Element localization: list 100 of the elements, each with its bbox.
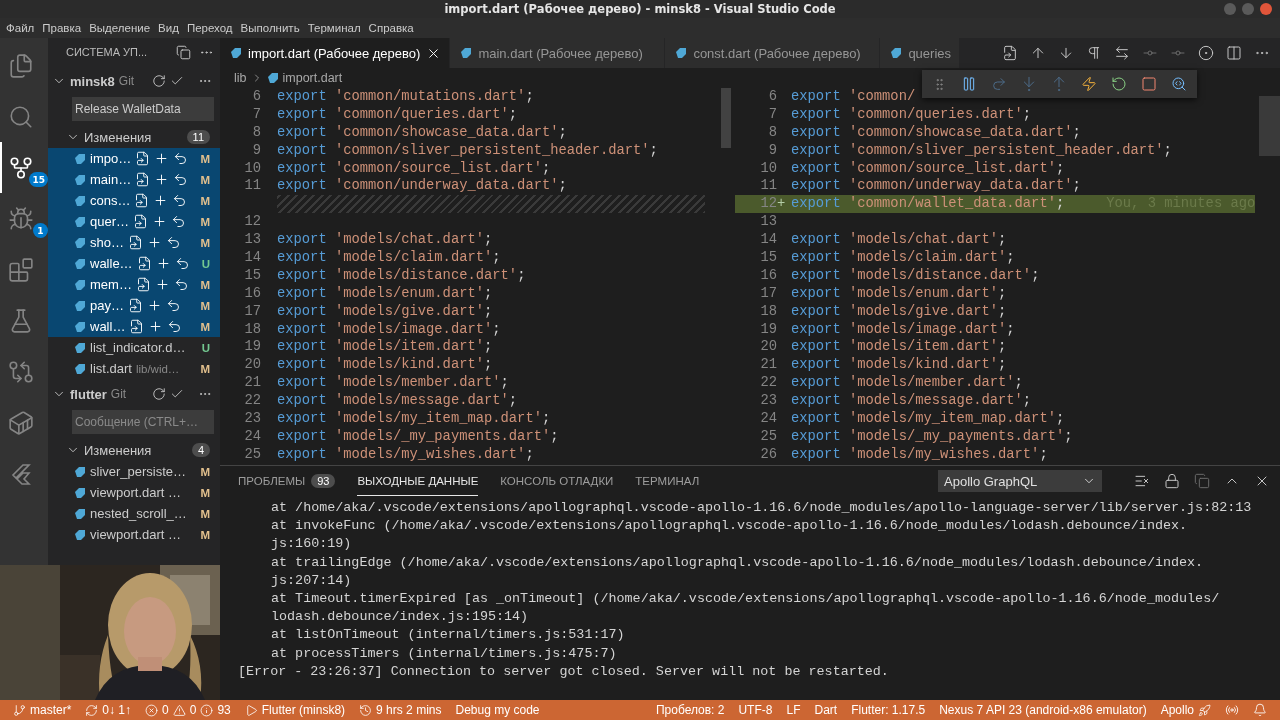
bug-icon[interactable] <box>8 205 34 232</box>
arrows-icon[interactable] <box>1114 45 1130 61</box>
menu-item[interactable]: Правка <box>38 22 86 34</box>
status-item[interactable]: Debug my code <box>448 703 547 717</box>
status-item[interactable]: Пробелов: 2 <box>648 703 732 717</box>
changed-file[interactable]: nested_scroll_… M <box>48 503 220 524</box>
plus-icon[interactable] <box>148 319 164 334</box>
bell-icon[interactable] <box>1253 703 1267 717</box>
changed-file[interactable]: pay… M <box>48 295 220 316</box>
status-item[interactable]: 9 hrs 2 mins <box>352 703 449 717</box>
commit-check-icon[interactable] <box>170 74 184 88</box>
plus-icon[interactable] <box>154 151 170 166</box>
undo-icon[interactable] <box>173 172 189 187</box>
commit-message-field[interactable]: Сообщение (CTRL+… <box>72 410 214 434</box>
open-file-icon[interactable] <box>133 214 149 229</box>
lock-icon[interactable] <box>1164 473 1180 489</box>
clear-output-icon[interactable] <box>1134 473 1150 489</box>
status-item[interactable]: UTF-8 <box>731 703 780 717</box>
panel-tab[interactable]: ПРОБЛЕМЫ 93 <box>238 466 336 496</box>
status-item[interactable]: Flutter: 1.17.5 <box>844 703 933 717</box>
changed-file[interactable]: quer… M <box>48 211 220 232</box>
changed-file[interactable]: mem… M <box>48 274 220 295</box>
split-editor-icon[interactable] <box>1226 45 1242 61</box>
info-icon[interactable] <box>200 703 214 717</box>
menu-item[interactable]: Терминал <box>303 22 365 34</box>
plus-icon[interactable] <box>146 298 162 313</box>
undo-icon[interactable] <box>165 235 181 250</box>
play-icon[interactable] <box>244 703 258 717</box>
open-file-icon[interactable] <box>135 151 151 166</box>
changed-file[interactable]: viewport.dart … M <box>48 482 220 503</box>
changed-file[interactable]: list.dart lib/wid… M <box>48 358 220 379</box>
group-label[interactable]: Изменения <box>84 129 183 145</box>
open-file-icon[interactable] <box>135 172 151 187</box>
status-item[interactable]: Flutter (minsk8) <box>237 703 353 717</box>
status-item[interactable]: Apollo <box>1153 703 1218 717</box>
menu-item[interactable]: Выделение <box>85 22 155 34</box>
plus-icon[interactable] <box>154 277 170 292</box>
collapse-all-icon[interactable] <box>176 44 191 60</box>
plus-icon[interactable] <box>146 235 162 250</box>
history-icon[interactable] <box>359 703 373 717</box>
circle-icon[interactable] <box>1198 45 1214 61</box>
group-label[interactable]: Изменения <box>84 442 188 458</box>
changed-file[interactable]: sho… M <box>48 232 220 253</box>
status-item[interactable]: master* <box>6 703 79 717</box>
rocket-icon[interactable] <box>1198 703 1211 717</box>
editor-tab[interactable]: import.dart (Рабочее дерево) <box>220 38 451 68</box>
open-file-icon[interactable] <box>127 298 143 313</box>
changed-file[interactable]: walle… U <box>48 253 220 274</box>
open-file-icon[interactable] <box>135 277 151 292</box>
scrollbar[interactable] <box>721 88 731 148</box>
warning-icon[interactable] <box>172 703 186 717</box>
plus-icon[interactable] <box>154 172 170 187</box>
open-file-icon[interactable] <box>127 235 143 250</box>
source-control-icon[interactable] <box>8 154 34 181</box>
problems-status[interactable]: 0 0 93 <box>138 703 238 717</box>
status-item[interactable]: Nexus 7 API 23 (android-x86 emulator) <box>932 703 1154 717</box>
changed-file[interactable]: main… M <box>48 169 220 190</box>
changed-file[interactable]: impo… M <box>48 148 220 169</box>
changed-file[interactable]: cons… M <box>48 190 220 211</box>
undo-icon[interactable] <box>174 256 190 271</box>
stop-icon[interactable] <box>1141 76 1157 92</box>
error-icon[interactable] <box>145 703 159 717</box>
menu-item[interactable]: Переход <box>182 22 237 34</box>
editor-tab[interactable]: main.dart (Рабочее дерево) <box>450 38 666 68</box>
commit-check-icon[interactable] <box>170 387 184 401</box>
pilcrow-icon[interactable] <box>1086 45 1102 61</box>
panel-tab[interactable]: ТЕРМИНАЛ <box>635 466 700 496</box>
lightning-icon[interactable] <box>1081 76 1097 92</box>
inspect-icon[interactable] <box>1171 76 1187 92</box>
branch-icon[interactable] <box>13 703 26 717</box>
panel-tab[interactable]: КОНСОЛЬ ОТЛАДКИ <box>500 466 614 496</box>
open-file-icon[interactable] <box>134 193 150 208</box>
plus-icon[interactable] <box>152 214 168 229</box>
undo-icon[interactable] <box>171 214 187 229</box>
refresh-icon[interactable] <box>152 74 166 88</box>
undo-icon[interactable] <box>172 193 188 208</box>
plus-icon[interactable] <box>153 193 169 208</box>
open-file-icon[interactable] <box>136 256 152 271</box>
menu-item[interactable]: Выполнить <box>236 22 304 34</box>
restart-icon[interactable] <box>1111 76 1127 92</box>
changed-file[interactable]: list_indicator.d… U <box>48 337 220 358</box>
menu-item[interactable]: Файл <box>2 22 39 34</box>
editor-tab[interactable]: queries <box>880 38 960 68</box>
refresh-icon[interactable] <box>152 387 166 401</box>
undo-icon[interactable] <box>173 151 189 166</box>
breadcrumb-item[interactable]: lib <box>234 71 247 85</box>
undo-icon[interactable] <box>167 319 183 334</box>
sync-icon[interactable] <box>85 703 99 717</box>
status-item[interactable]: Dart <box>807 703 845 717</box>
plus-icon[interactable] <box>155 256 171 271</box>
undo-icon[interactable] <box>173 277 189 292</box>
broadcast-icon[interactable] <box>1225 703 1239 717</box>
close-button[interactable] <box>1260 3 1272 15</box>
pause-icon[interactable] <box>961 76 977 92</box>
status-item[interactable]: 0↓ 1↑ <box>78 703 139 717</box>
changed-file[interactable]: viewport.dart … M <box>48 524 220 545</box>
status-item[interactable]: LF <box>779 703 808 717</box>
editor-tab[interactable]: const.dart (Рабочее дерево) <box>665 38 881 68</box>
extensions-icon[interactable] <box>8 256 34 283</box>
changed-file[interactable]: sliver_persiste… M <box>48 461 220 482</box>
